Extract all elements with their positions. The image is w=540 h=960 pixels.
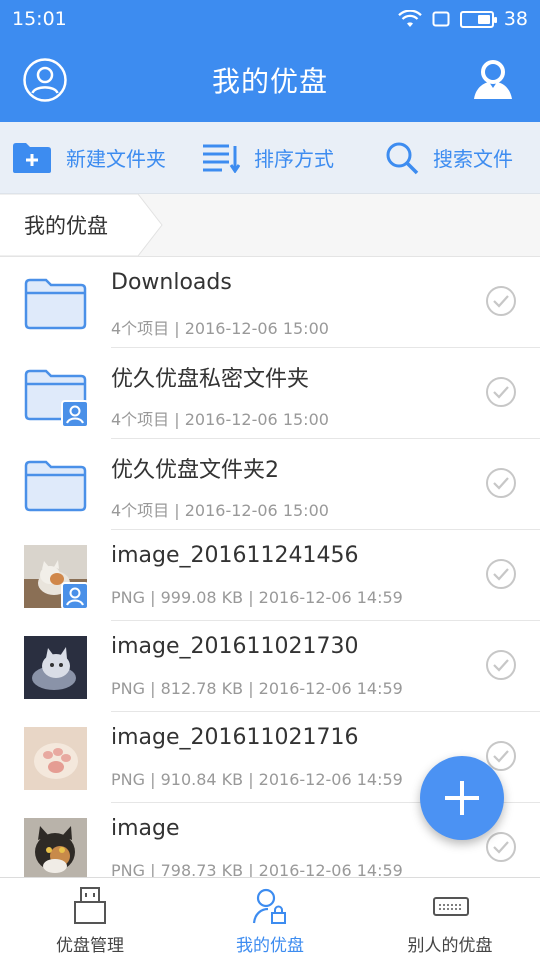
file-name: 优久优盘文件夹2 [111,458,279,483]
image-thumbnail [24,818,87,877]
select-check-icon[interactable] [485,467,517,499]
image-thumbnail [24,636,87,699]
action-toolbar: 新建文件夹 排序方式 搜索文件 [0,122,540,194]
nav-label: 我的优盘 [236,936,304,956]
file-name: image_201611021716 [111,725,359,750]
user-lock-icon [252,888,286,924]
select-check-icon[interactable] [485,376,517,408]
breadcrumb-label: 我的优盘 [24,214,108,238]
battery-icon [459,10,497,28]
sim-card-icon [432,11,450,27]
sort-button[interactable]: 排序方式 [202,143,334,173]
file-name: Downloads [111,270,232,295]
nav-label: 优盘管理 [56,936,124,956]
keyboard-drive-icon [433,897,469,916]
file-name: image_201611021730 [111,634,359,659]
file-row[interactable]: 优久优盘私密文件夹 4个项目 | 2016-12-06 15:00 [0,348,540,439]
new-folder-icon [13,142,51,173]
file-row[interactable]: image_201611021730 PNG | 812.78 KB | 201… [0,621,540,712]
add-fab-button[interactable] [420,756,504,840]
image-thumbnail [24,727,87,790]
breadcrumb: 我的优盘 [0,194,540,257]
file-meta: PNG | 798.73 KB | 2016-12-06 14:59 [111,861,403,877]
file-meta: 4个项目 | 2016-12-06 15:00 [111,319,329,338]
usb-drive-icon [74,887,106,924]
select-check-icon[interactable] [485,558,517,590]
nav-item-drive-management[interactable]: 优盘管理 [0,878,180,960]
new-folder-label: 新建文件夹 [66,147,166,171]
file-row[interactable]: 优久优盘文件夹2 4个项目 | 2016-12-06 15:00 [0,439,540,530]
select-check-icon[interactable] [485,831,517,863]
file-name: image [111,816,180,841]
search-button[interactable]: 搜索文件 [385,141,513,175]
file-meta: 4个项目 | 2016-12-06 15:00 [111,501,329,520]
app-bar: 我的优盘 [0,38,540,122]
account-icon[interactable] [470,57,516,103]
nav-item-my-drive[interactable]: 我的优盘 [180,878,360,960]
status-bar: 15:01 38 [0,0,540,38]
file-meta: PNG | 812.78 KB | 2016-12-06 14:59 [111,679,403,698]
profile-avatar-icon[interactable] [22,57,68,103]
file-row[interactable]: Downloads 4个项目 | 2016-12-06 15:00 [0,257,540,348]
select-check-icon[interactable] [485,285,517,317]
lock-user-icon [61,582,89,610]
nav-label: 别人的优盘 [407,936,493,956]
status-time: 15:01 [12,8,67,30]
plus-icon [445,781,479,815]
select-check-icon[interactable] [485,649,517,681]
file-name: 优久优盘私密文件夹 [111,367,310,392]
screen: 15:01 38 我的优盘 新建文件夹 排序方式 搜索文件 我的优盘 Downl… [0,0,540,960]
image-thumbnail [24,545,89,610]
file-meta: PNG | 910.84 KB | 2016-12-06 14:59 [111,770,403,789]
breadcrumb-item-root[interactable]: 我的优盘 [0,194,163,256]
lock-user-icon [61,400,89,428]
file-row[interactable]: image_201611241456 PNG | 999.08 KB | 201… [0,530,540,621]
nav-item-others-drive[interactable]: 别人的优盘 [360,878,540,960]
folder-icon [24,278,87,330]
wifi-icon [398,10,422,27]
file-meta: 4个项目 | 2016-12-06 15:00 [111,410,329,429]
file-meta: PNG | 999.08 KB | 2016-12-06 14:59 [111,588,403,607]
sort-icon [203,144,240,173]
search-label: 搜索文件 [433,147,513,171]
folder-icon [24,460,87,512]
page-title: 我的优盘 [211,65,328,98]
bottom-nav: 优盘管理 我的优盘 别人的优盘 [0,877,540,960]
private-folder-icon [24,363,89,428]
status-icons: 38 [398,8,528,30]
file-name: image_201611241456 [111,543,359,568]
search-icon [386,142,419,174]
new-folder-button[interactable]: 新建文件夹 [12,142,166,174]
sort-label: 排序方式 [254,147,334,171]
battery-level: 38 [503,8,528,30]
